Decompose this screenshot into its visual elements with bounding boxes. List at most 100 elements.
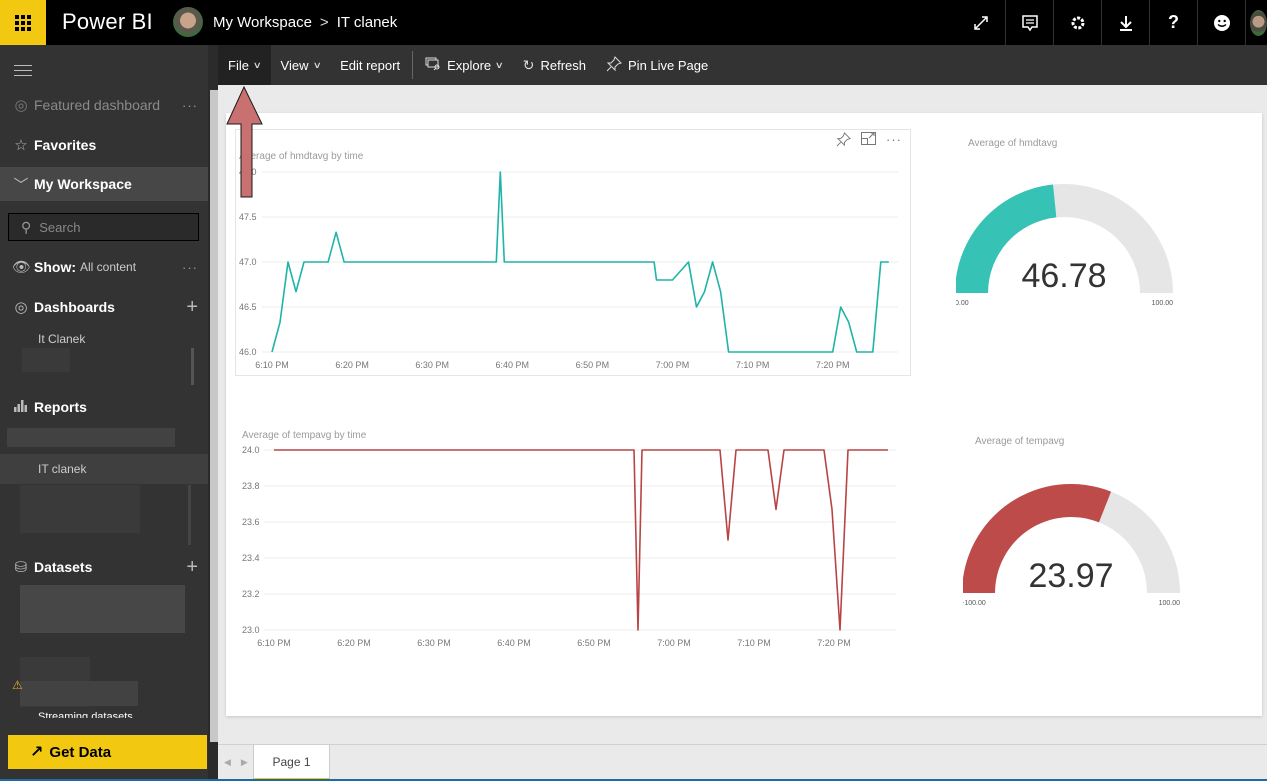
file-menu-button[interactable]: File ∨: [218, 45, 271, 85]
show-value: All content: [80, 260, 137, 274]
fullscreen-button[interactable]: [957, 0, 1005, 45]
search-icon: ⚲: [21, 218, 32, 235]
show-label: Show:: [34, 259, 76, 275]
pin-live-label: Pin Live Page: [628, 57, 709, 73]
account-button[interactable]: [1245, 0, 1267, 45]
hmdt-gauge-value: 46.78: [1021, 257, 1106, 295]
explore-menu-button[interactable]: Explore ∨: [415, 45, 513, 85]
feedback-button[interactable]: [1005, 0, 1053, 45]
file-label: File: [228, 57, 249, 73]
streaming-datasets-link[interactable]: Streaming datasets: [38, 710, 133, 718]
hmdt-gauge-max-label: 100.00: [1152, 300, 1174, 307]
add-dashboard-icon[interactable]: +: [186, 296, 198, 319]
dashboard-icon: ◎: [14, 299, 28, 316]
redacted-item: [20, 585, 185, 633]
report-item[interactable]: IT clanek: [38, 462, 86, 476]
help-icon: ?: [1168, 12, 1179, 32]
chevron-down-icon: ∨: [252, 59, 262, 70]
temp-chart-y-tick-label: 23.6: [242, 517, 260, 527]
breadcrumb-workspace[interactable]: My Workspace: [213, 14, 312, 31]
reports-scrollbar[interactable]: [188, 485, 191, 545]
temp-chart-x-tick-label: 6:50 PM: [577, 638, 611, 648]
hmdt-chart-x-tick-label: 6:50 PM: [576, 360, 610, 370]
sidebar-search[interactable]: ⚲: [8, 213, 199, 241]
nav-reports[interactable]: Reports: [0, 389, 208, 425]
chevron-down-icon: ﹀: [13, 176, 29, 194]
nav-datasets[interactable]: ⛁ Datasets +: [0, 549, 208, 585]
breadcrumb-separator: >: [319, 14, 329, 31]
hmdt-chart-y-tick-label: 46.0: [239, 347, 257, 357]
hamburger-menu-icon[interactable]: [14, 65, 32, 80]
nav-featured-label: Featured dashboard: [34, 97, 161, 113]
hmdt-chart-x-tick-label: 7:20 PM: [816, 360, 850, 370]
page-tab[interactable]: Page 1: [253, 745, 330, 781]
hmdt-chart-x-tick-label: 6:40 PM: [496, 360, 530, 370]
temp-gauge-max-label: 100.00: [1159, 600, 1181, 607]
temp-chart-x-tick-label: 7:00 PM: [657, 638, 691, 648]
temp-chart-y-tick-label: 23.0: [242, 625, 260, 635]
nav-my-workspace[interactable]: ﹀ My Workspace: [0, 167, 208, 201]
temp-chart-y-tick-label: 23.4: [242, 553, 260, 563]
get-data-button[interactable]: ↗ Get Data: [8, 735, 207, 769]
humidity-gauge-title: Average of hmdtavg: [968, 138, 1058, 149]
settings-button[interactable]: [1053, 0, 1101, 45]
temperature-gauge-title: Average of tempavg: [975, 436, 1065, 447]
edit-report-button[interactable]: Edit report: [330, 45, 410, 85]
waffle-icon: [15, 14, 31, 31]
more-options-icon[interactable]: ···: [182, 98, 198, 113]
search-input[interactable]: [39, 219, 180, 235]
chevron-down-icon: ∨: [494, 59, 505, 70]
dashboards-scrollbar[interactable]: [191, 348, 194, 385]
nav-favorites[interactable]: ☆ Favorites: [0, 127, 208, 163]
settings-icon: [1071, 16, 1084, 29]
temperature-chart-svg[interactable]: Average of tempavg by time 23.0 23.2 23.4 23…: [226, 413, 926, 663]
hmdt-chart-x-tick-label: 6:20 PM: [335, 360, 369, 370]
nav-favorites-label: Favorites: [34, 137, 97, 153]
next-page-icon[interactable]: ▶: [241, 757, 248, 768]
temp-chart-x-tick-label: 7:10 PM: [737, 638, 771, 648]
fullscreen-icon: [974, 15, 988, 30]
temp-chart-y-tick-label: 23.8: [242, 481, 260, 491]
navigation-pane: ◎ Featured dashboard ··· ☆ Favorites ﹀ M…: [0, 45, 218, 781]
eye-icon: 👁: [12, 259, 32, 276]
temp-chart-x-tick-label: 6:20 PM: [337, 638, 371, 648]
report-toolbar: File ∨ View ∨ Edit report Explore ∨ ↻ Re…: [218, 45, 1267, 85]
brand-title[interactable]: Power BI: [62, 9, 153, 35]
edit-report-label: Edit report: [340, 57, 401, 73]
hmdt-chart-x-tick-label: 7:00 PM: [656, 360, 690, 370]
dashboard-item[interactable]: It Clanek: [38, 332, 85, 346]
hmdt-chart-y-tick-label: 46.5: [239, 302, 257, 312]
redacted-item: [20, 485, 140, 533]
report-item-selected[interactable]: [0, 454, 208, 484]
app-launcher-button[interactable]: [0, 0, 46, 45]
breadcrumb: My Workspace > IT clanek: [213, 14, 397, 31]
temperature-gauge[interactable]: 23.97 -100.00 100.00: [963, 473, 1203, 623]
hmdt-chart-y-tick-label: 47.5: [239, 212, 257, 222]
hmdt-chart-x-tick-label: 6:30 PM: [415, 360, 449, 370]
breadcrumb-report[interactable]: IT clanek: [337, 14, 398, 31]
more-options-icon[interactable]: ···: [182, 260, 198, 275]
sidebar-scrollbar[interactable]: [210, 90, 218, 742]
pin-live-page-button[interactable]: Pin Live Page: [596, 45, 718, 85]
download-button[interactable]: [1101, 0, 1149, 45]
view-menu-button[interactable]: View ∨: [271, 45, 331, 85]
feedback-smiley-button[interactable]: [1197, 0, 1245, 45]
smiley-icon: [1213, 14, 1230, 31]
database-icon: ⛁: [14, 559, 28, 576]
page-tab-bar: ◀ ▶ Page 1: [218, 744, 1267, 781]
hmdt-chart-x-tick-label: 7:10 PM: [736, 360, 770, 370]
refresh-button[interactable]: ↻ Refresh: [513, 45, 596, 85]
top-bar: Power BI My Workspace > IT clanek ?: [0, 0, 1267, 45]
add-dataset-icon[interactable]: +: [186, 556, 198, 579]
help-button[interactable]: ?: [1149, 0, 1197, 45]
temp-chart-x-tick-label: 6:10 PM: [257, 638, 291, 648]
nav-reports-label: Reports: [34, 399, 87, 415]
previous-page-icon[interactable]: ◀: [224, 757, 231, 768]
nav-featured-dashboard[interactable]: ◎ Featured dashboard ···: [0, 87, 208, 123]
redacted-item: [7, 428, 175, 447]
nav-datasets-label: Datasets: [34, 559, 93, 575]
humidity-gauge[interactable]: 46.78 0.00 100.00: [956, 173, 1196, 323]
nav-dashboards[interactable]: ◎ Dashboards +: [0, 289, 208, 325]
temp-chart-series-line[interactable]: [274, 449, 888, 631]
nav-show-filter[interactable]: 👁 Show: All content ···: [0, 249, 208, 285]
